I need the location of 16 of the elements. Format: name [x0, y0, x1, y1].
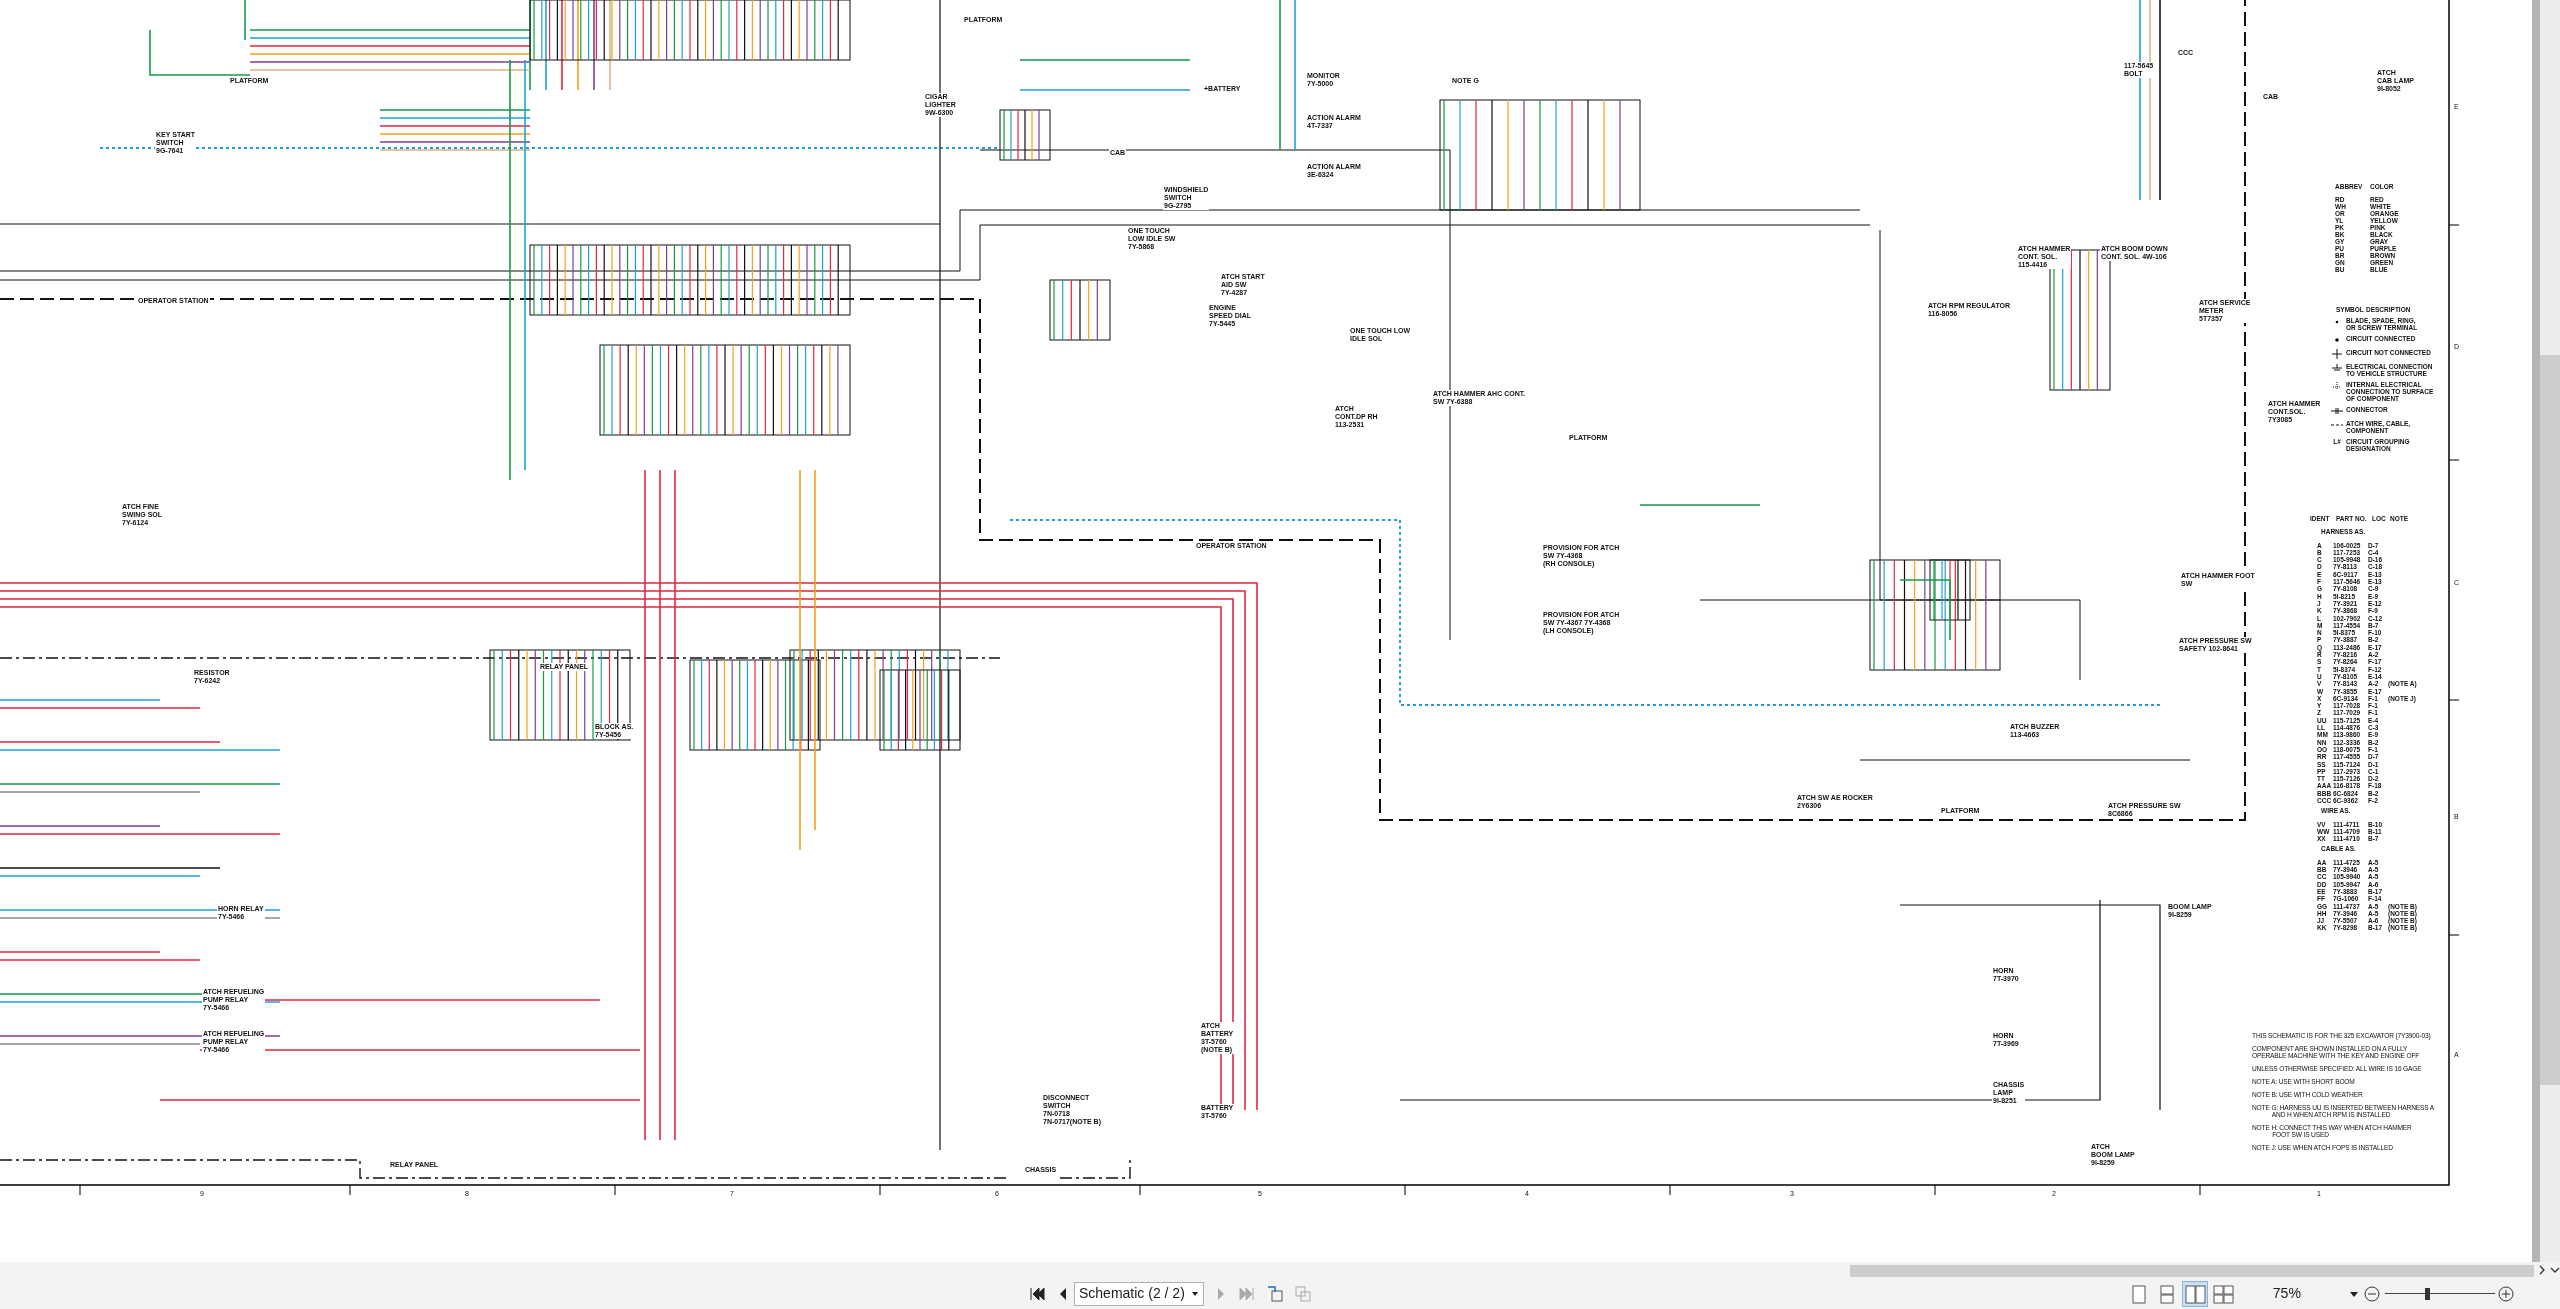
zoom-value[interactable]: 75%: [2272, 1283, 2301, 1304]
rotate-page-icon[interactable]: [1265, 1284, 1284, 1303]
chevron-down-icon[interactable]: [2550, 1266, 2560, 1274]
connector-symbol-icon: [2331, 406, 2343, 416]
ground-symbol-icon: [2331, 363, 2343, 373]
chevron-right-icon[interactable]: [2538, 1265, 2546, 1275]
internal-symbol-icon: [2331, 381, 2343, 391]
zoom-in-icon[interactable]: [2496, 1284, 2515, 1303]
caret-icon: [1190, 1290, 1199, 1297]
page-selector[interactable]: Schematic (2 / 2): [1074, 1281, 1204, 1306]
page-layout-button[interactable]: [2182, 1281, 2207, 1306]
zoom-out-icon[interactable]: [2362, 1284, 2381, 1303]
horizontal-scrollbar[interactable]: [1850, 1265, 2535, 1277]
scrollbar-thumb[interactable]: [2540, 355, 2560, 1085]
zoom-slider-thumb[interactable]: [2424, 1287, 2430, 1300]
vertical-scrollbar[interactable]: [2532, 0, 2560, 1262]
